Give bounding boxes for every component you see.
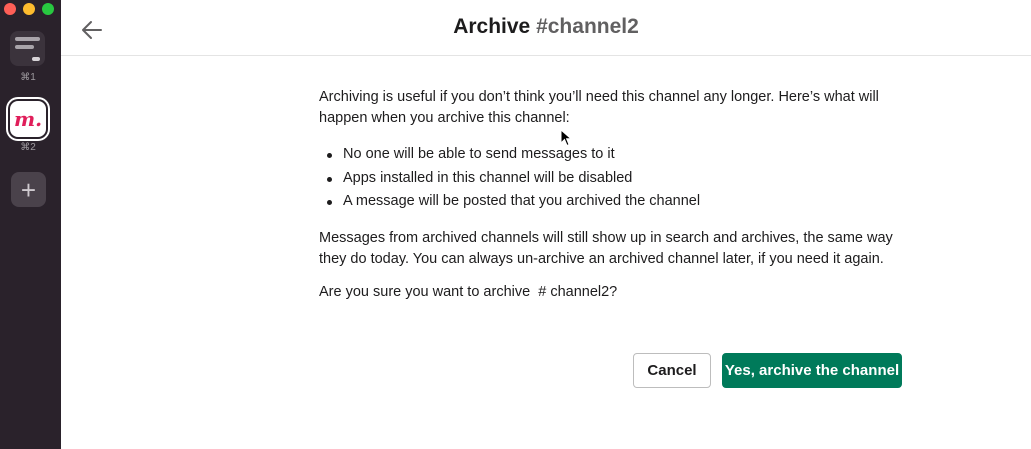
zoom-window-icon[interactable] [42, 3, 54, 15]
cancel-button[interactable]: Cancel [633, 353, 711, 388]
page-title: Archive #channel2 [61, 15, 1031, 39]
minimize-window-icon[interactable] [23, 3, 35, 15]
consequence-list: No one will be able to send messages to … [319, 143, 899, 214]
workspace-1-icon[interactable] [10, 31, 45, 66]
list-item: No one will be able to send messages to … [319, 143, 899, 167]
confirmation-question: Are you sure you want to archive # chann… [319, 282, 899, 303]
workspace-2-icon[interactable]: m. [10, 101, 46, 137]
workspace-2-shortcut: ⌘2 [20, 142, 36, 153]
plus-icon: + [20, 174, 37, 205]
list-item: A message will be posted that you archiv… [319, 190, 899, 214]
window-controls [0, 3, 61, 15]
question-channel-name: # channel2? [538, 283, 618, 300]
title-channel-name: #channel2 [536, 15, 639, 38]
mouse-pointer-icon [560, 129, 572, 147]
workspace-1-shortcut: ⌘1 [20, 72, 36, 83]
workspace-rail: ⌘1 m. ⌘2 + [0, 0, 61, 449]
modal-header: Archive #channel2 [61, 0, 1031, 56]
archive-description: Archiving is useful if you don’t think y… [319, 87, 899, 315]
intro-text: Archiving is useful if you don’t think y… [319, 89, 879, 126]
question-prefix: Are you sure you want to archive [319, 283, 531, 300]
workspace-2-logo: m. [13, 107, 43, 131]
add-workspace-button[interactable]: + [11, 172, 46, 207]
title-prefix: Archive [453, 15, 531, 38]
close-window-icon[interactable] [4, 3, 16, 15]
archive-channel-button[interactable]: Yes, archive the channel [722, 353, 902, 388]
list-item: Apps installed in this channel will be d… [319, 167, 899, 191]
note-text: Messages from archived channels will sti… [319, 229, 893, 267]
